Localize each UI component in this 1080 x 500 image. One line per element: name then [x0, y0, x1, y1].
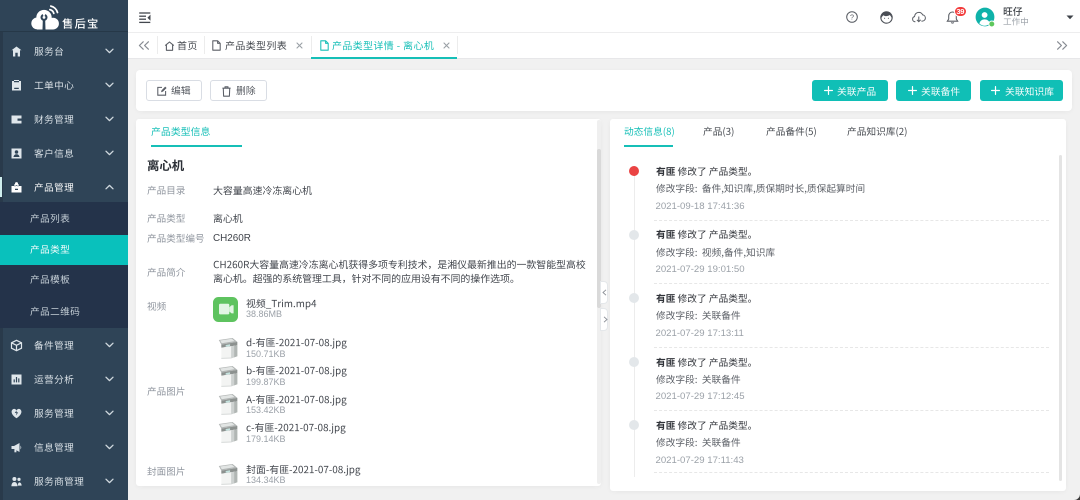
svg-text:?: ? — [850, 13, 854, 22]
